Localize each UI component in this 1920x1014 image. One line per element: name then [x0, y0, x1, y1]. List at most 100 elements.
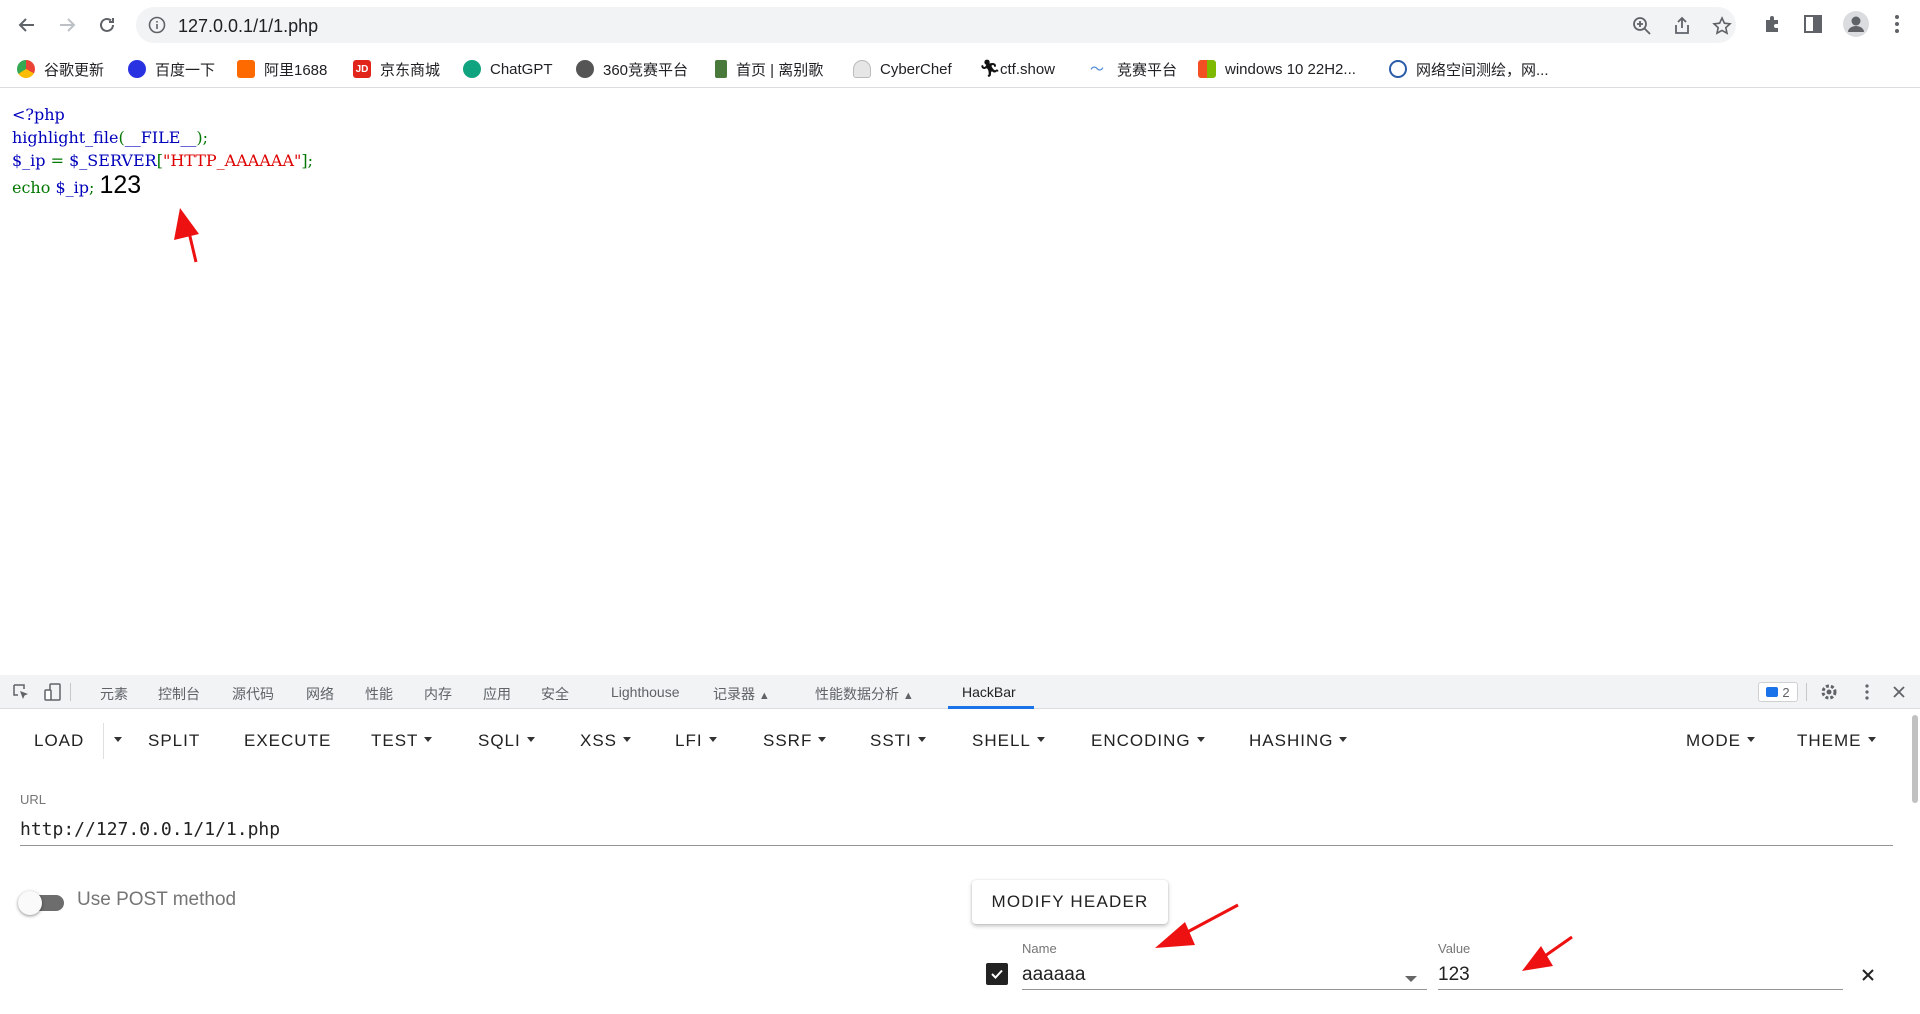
plant-icon: [715, 60, 727, 78]
chevron-down-icon: [818, 737, 827, 743]
tab-application[interactable]: 应用: [483, 684, 511, 704]
close-devtools-icon[interactable]: [1890, 683, 1908, 706]
share-icon[interactable]: [1672, 16, 1692, 36]
php-source-code: <?php highlight_file(__FILE__); $_ip = $…: [12, 105, 313, 199]
bookmark-item[interactable]: 网络空间测绘，网...: [1389, 58, 1549, 80]
chevron-down-icon: [114, 737, 122, 743]
baidu-paw-icon: [128, 60, 146, 78]
bookmark-item[interactable]: 阿里1688: [237, 58, 327, 80]
header-name-label: Name: [1022, 941, 1057, 956]
bookmark-item[interactable]: 🏃︎ ctf.show: [979, 58, 1055, 80]
back-icon[interactable]: [13, 11, 41, 39]
browser-menu-icon[interactable]: [1886, 13, 1908, 35]
globe-icon: [576, 60, 594, 78]
bookmark-item[interactable]: JD 京东商城: [353, 58, 440, 80]
tab-performance-insights[interactable]: 性能数据分析 ▲: [815, 684, 914, 704]
bookmark-item[interactable]: 〜竞赛平台: [1090, 58, 1177, 80]
bookmark-item[interactable]: windows 10 22H2...: [1198, 58, 1356, 80]
chevron-down-icon: [1196, 737, 1205, 743]
code-line-1: <?php: [12, 105, 65, 124]
profile-avatar-icon[interactable]: [1842, 10, 1870, 38]
address-bar[interactable]: 127.0.0.1/1/1.php: [136, 7, 1736, 43]
runner-icon: 🏃︎: [979, 59, 1001, 78]
reload-icon[interactable]: [93, 11, 121, 39]
url-input[interactable]: http://127.0.0.1/1/1.php: [20, 811, 1893, 846]
shell-menu[interactable]: SHELL: [972, 731, 1045, 751]
chevron-down-icon: [424, 737, 433, 743]
bookmark-star-icon[interactable]: [1712, 16, 1732, 36]
url-label: URL: [20, 792, 47, 807]
theme-menu[interactable]: THEME: [1797, 731, 1876, 751]
tab-console[interactable]: 控制台: [158, 684, 200, 704]
device-toolbar-icon[interactable]: [44, 683, 62, 706]
hashing-menu[interactable]: HASHING: [1249, 731, 1348, 751]
bookmark-item[interactable]: 百度一下: [128, 58, 215, 80]
flask-icon: ▲: [902, 690, 914, 702]
encoding-menu[interactable]: ENCODING: [1091, 731, 1205, 751]
execute-button[interactable]: EXECUTE: [244, 731, 331, 751]
ssrf-menu[interactable]: SSRF: [763, 731, 827, 751]
devtools-menu-icon[interactable]: [1858, 683, 1876, 706]
post-method-label: Use POST method: [77, 889, 237, 910]
split-button[interactable]: SPLIT: [148, 731, 200, 751]
devtools-tabbar: 元素 控制台 源代码 网络 性能 内存 应用 安全 Lighthouse 记录器…: [0, 675, 1920, 709]
wave-icon: 〜: [1090, 61, 1104, 77]
extensions-puzzle-icon[interactable]: [1762, 13, 1784, 35]
post-method-toggle[interactable]: [18, 889, 64, 915]
bookmark-item[interactable]: ChatGPT: [463, 58, 553, 80]
page-output: 123: [99, 171, 142, 199]
chevron-down-icon: [1036, 737, 1045, 743]
site-info-icon[interactable]: [148, 16, 166, 34]
tab-recorder[interactable]: 记录器 ▲: [713, 684, 770, 704]
chevron-down-icon: [1747, 737, 1755, 743]
hackbar-scrollbar[interactable]: [1912, 715, 1918, 803]
bookmark-item[interactable]: 首页 | 离别歌: [715, 58, 823, 80]
header-name-dropdown-icon[interactable]: [1405, 972, 1417, 990]
page-content: <?php highlight_file(__FILE__); $_ip = $…: [0, 89, 1920, 675]
zoom-icon[interactable]: [1632, 16, 1652, 36]
chef-hat-icon: [853, 60, 871, 78]
header-enabled-checkbox[interactable]: [986, 963, 1008, 985]
header-value-label: Value: [1438, 941, 1471, 956]
bookmark-item[interactable]: 360竞赛平台: [576, 58, 688, 80]
forward-icon[interactable]: [53, 11, 81, 39]
xss-menu[interactable]: XSS: [580, 731, 632, 751]
inspect-element-icon[interactable]: [12, 683, 30, 706]
tab-sources[interactable]: 源代码: [232, 684, 274, 704]
address-url[interactable]: 127.0.0.1/1/1.php: [178, 16, 318, 37]
devtools-panel: 元素 控制台 源代码 网络 性能 内存 应用 安全 Lighthouse 记录器…: [0, 675, 1920, 1014]
side-panel-icon[interactable]: [1802, 13, 1824, 35]
ssti-menu[interactable]: SSTI: [870, 731, 926, 751]
tab-elements[interactable]: 元素: [100, 684, 128, 704]
bookmark-item[interactable]: 谷歌更新: [17, 58, 104, 80]
bookmarks-bar: 谷歌更新 百度一下 阿里1688 JD 京东商城 ChatGPT 360竞赛平台 …: [0, 50, 1920, 88]
fofa-icon: [1389, 60, 1407, 78]
lfi-menu[interactable]: LFI: [675, 731, 717, 751]
load-options-dropdown[interactable]: [108, 731, 122, 751]
load-button[interactable]: LOAD: [34, 731, 84, 751]
modify-header-button[interactable]: MODIFY HEADER: [972, 880, 1168, 924]
header-name-input[interactable]: aaaaaa: [1022, 960, 1427, 990]
test-menu[interactable]: TEST: [371, 731, 433, 751]
chevron-down-icon: [1405, 975, 1417, 982]
issues-badge[interactable]: 2: [1758, 682, 1798, 702]
remove-header-icon[interactable]: [1858, 965, 1878, 985]
tab-hackbar[interactable]: HackBar: [962, 684, 1016, 700]
toggle-thumb: [18, 891, 42, 915]
chrome-logo-icon: [17, 60, 35, 78]
tab-security[interactable]: 安全: [541, 684, 569, 704]
sqli-menu[interactable]: SQLI: [478, 731, 535, 751]
tab-lighthouse[interactable]: Lighthouse: [611, 684, 680, 700]
tab-network[interactable]: 网络: [306, 684, 334, 704]
hackbar-menu: LOAD SPLIT EXECUTE TEST SQLI XSS LFI SSR…: [0, 709, 1920, 773]
tab-memory[interactable]: 内存: [424, 684, 452, 704]
mode-menu[interactable]: MODE: [1686, 731, 1755, 751]
chevron-down-icon: [917, 737, 926, 743]
bookmark-item[interactable]: CyberChef: [853, 58, 952, 80]
settings-gear-icon[interactable]: [1820, 683, 1838, 706]
header-value-input[interactable]: 123: [1438, 960, 1843, 990]
tab-performance[interactable]: 性能: [365, 684, 393, 704]
tab-separator: [70, 683, 71, 701]
flask-icon: ▲: [758, 690, 770, 702]
message-icon: [1766, 687, 1779, 697]
